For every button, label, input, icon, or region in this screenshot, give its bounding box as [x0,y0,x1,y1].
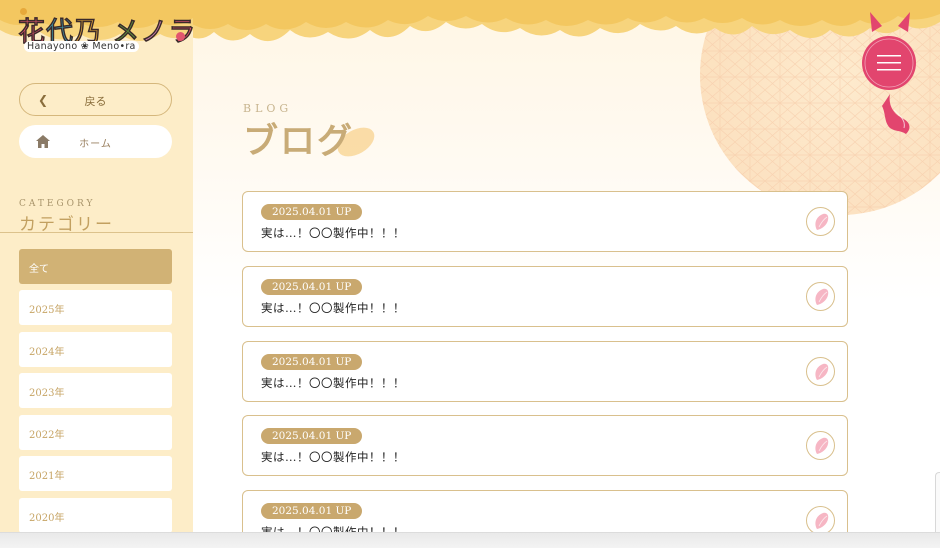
category-divider [0,232,193,233]
page-title: ブログ [243,121,355,162]
home-button-label: ホーム [79,139,112,150]
petal-icon[interactable] [806,357,835,386]
post-title: 実は…！〇〇製作中！！！ [261,226,405,240]
petal-icon[interactable] [806,431,835,460]
category-item-label: 2023年 [29,388,65,399]
logo-flower-icon [176,32,185,41]
category-item-2022[interactable]: 2022年 [19,415,172,450]
category-item-label: 2025年 [29,305,65,316]
category-item-2023[interactable]: 2023年 [19,373,172,408]
blog-post-card[interactable]: 2025.04.01 UP 実は…！〇〇製作中！！！ [242,415,848,476]
category-item-label: 2020年 [29,513,65,524]
category-item-2021[interactable]: 2021年 [19,456,172,491]
blog-post-card[interactable]: 2025.04.01 UP 実は…！〇〇製作中！！！ [242,266,848,327]
post-date-badge: 2025.04.01 UP [261,204,363,220]
category-item-2025[interactable]: 2025年 [19,290,172,325]
logo-flower-icon [20,8,27,15]
back-button-label: 戻る [84,95,107,108]
post-title: 実は…！〇〇製作中！！！ [261,301,405,315]
category-item-all[interactable]: 全て [19,249,172,284]
category-item-label: 全て [29,264,49,275]
home-button[interactable]: ホーム [19,125,172,158]
post-title: 実は…！〇〇製作中！！！ [261,450,405,464]
logo-char: ノ [140,17,169,49]
post-date-badge: 2025.04.01 UP [261,354,363,370]
logo-subtitle: Hanayono ❀ Meno•ra [24,41,139,52]
category-item-label: 2021年 [29,471,65,482]
site-logo[interactable]: 花代乃 メノラ Hanayono ❀ Meno•ra [18,8,196,56]
post-date-badge: 2025.04.01 UP [261,503,363,519]
browser-bottom-bar [0,532,940,548]
sidebar: 花代乃 メノラ Hanayono ❀ Meno•ra ❮ 戻る ホーム CATE… [0,0,196,548]
floating-side-tab[interactable] [935,472,940,534]
category-item-label: 2022年 [29,430,65,441]
hamburger-menu-icon[interactable] [860,10,920,138]
blog-post-card[interactable]: 2025.04.01 UP 実は…！〇〇製作中！！！ [242,191,848,252]
category-item-2024[interactable]: 2024年 [19,332,172,367]
post-date-badge: 2025.04.01 UP [261,428,363,444]
post-date-badge: 2025.04.01 UP [261,279,363,295]
category-item-label: 2024年 [29,347,65,358]
back-button[interactable]: ❮ 戻る [19,83,172,116]
blog-post-card[interactable]: 2025.04.01 UP 実は…！〇〇製作中！！！ [242,341,848,402]
category-item-2020[interactable]: 2020年 [19,498,172,533]
petal-icon[interactable] [806,282,835,311]
post-title: 実は…！〇〇製作中！！！ [261,376,405,390]
category-heading-en: CATEGORY [19,199,96,209]
petal-icon[interactable] [806,506,835,535]
petal-icon[interactable] [806,207,835,236]
